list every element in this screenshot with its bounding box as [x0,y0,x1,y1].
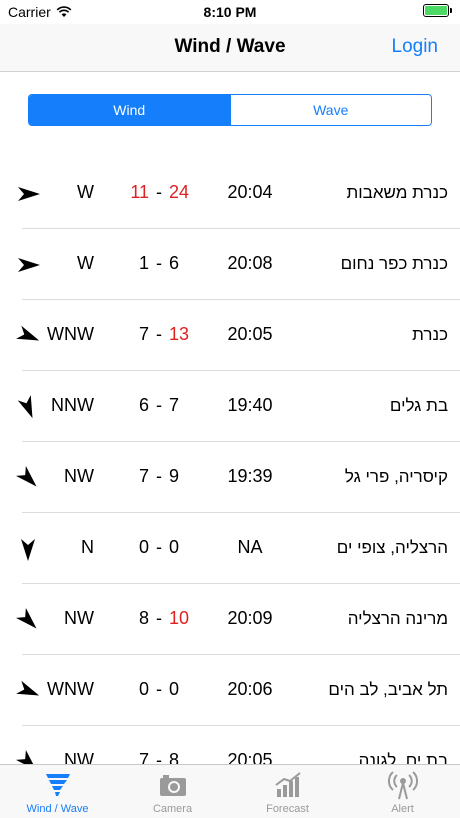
wind-speed-range: 8-10 [120,608,200,629]
station-row[interactable]: W 11-24 20:04 כנרת משאבות [0,158,460,229]
wind-direction: NW [64,750,94,764]
range-separator: - [156,395,162,415]
range-separator: - [156,679,162,699]
station-row[interactable]: NNW 6-7 19:40 בת גלים [0,371,460,442]
wind-speed-high: 13 [169,324,190,344]
station-name: כנרת [412,325,448,344]
wind-speed-low: 0 [138,679,149,699]
station-name: קיסריה, פרי גל [344,467,448,486]
wind-direction: NNW [51,395,94,415]
wind-speed-high: 8 [169,750,180,764]
navigation-bar: Wind / Wave Login [0,24,460,72]
wind-speed-high: 0 [169,679,180,699]
battery-indicator [423,4,452,17]
wind-speed-low: 7 [138,324,149,344]
wind-direction: WNW [47,679,94,699]
tab-forecast-label: Forecast [266,803,309,815]
tab-alert[interactable]: Alert [345,765,460,818]
station-row[interactable]: W 1-6 20:08 כנרת כפר נחום [0,229,460,300]
wind-speed-range: 11-24 [120,182,200,203]
wind-speed-range: 7-8 [120,750,200,764]
range-separator: - [156,253,162,273]
station-name: כנרת כפר נחום [340,254,448,273]
wind-speed-range: 7-13 [120,324,200,345]
wind-speed-high: 6 [169,253,180,273]
wind-speed-range: 6-7 [120,395,200,416]
wind-speed-low: 7 [138,466,149,486]
wind-wave-segmented-control: Wind Wave [28,94,432,126]
status-bar: Carrier 8:10 PM [0,0,460,24]
wind-direction: W [77,253,94,273]
station-name: בת גלים [389,396,448,415]
camera-icon [159,775,186,796]
login-button[interactable]: Login [392,36,439,58]
wind-speed-high: 24 [169,182,190,202]
station-row[interactable]: NW 7-8 20:05 בת ים, לגונה [0,726,460,764]
wind-speed-low: 0 [138,537,149,557]
station-row[interactable]: NW 8-10 20:09 מרינה הרצליה [0,584,460,655]
wind-arrow-icon [18,258,40,272]
station-name: כנרת משאבות [346,183,448,202]
wind-speed-low: 6 [138,395,149,415]
status-time: 8:10 PM [203,4,257,20]
range-separator: - [156,182,162,202]
wind-speed-range: 0-0 [120,679,200,700]
wind-speed-low: 8 [138,608,149,628]
station-name: בת ים, לגונה [358,751,448,764]
segment-wave[interactable]: Wave [229,95,431,125]
range-separator: - [156,608,162,628]
battery-tip [450,8,452,13]
wind-direction: WNW [47,324,94,344]
range-separator: - [156,324,162,344]
wind-direction: NW [64,466,94,486]
tab-wind-wave[interactable]: Wind / Wave [0,765,115,818]
antenna-icon [387,771,418,800]
chart-icon [274,772,301,797]
wind-speed-low: 7 [138,750,149,764]
battery-icon [423,4,449,17]
wind-arrow-icon [21,539,35,561]
wind-speed-low: 11 [130,182,149,202]
station-row[interactable]: N 0-0 NA הרצליה, צופי ים [0,513,460,584]
station-name: תל אביב, לב הים [328,680,448,699]
tab-alert-label: Alert [391,803,414,815]
tab-forecast[interactable]: Forecast [230,765,345,818]
tab-camera-label: Camera [152,803,193,815]
segment-wind[interactable]: Wind [29,95,230,125]
wind-speed-range: 7-9 [120,466,200,487]
wind-speed-range: 0-0 [120,537,200,558]
wind-speed-high: 9 [169,466,180,486]
wind-direction: W [77,182,94,202]
range-separator: - [156,466,162,486]
range-separator: - [156,750,162,764]
wind-speed-low: 1 [138,253,149,273]
wind-speed-high: 10 [169,608,190,628]
wind-speed-high: 0 [169,537,180,557]
wind-speed-range: 1-6 [120,253,200,274]
station-row[interactable]: NW 7-9 19:39 קיסריה, פרי גל [0,442,460,513]
wind-arrow-icon [18,187,40,201]
station-name: מרינה הרצליה [347,609,448,628]
station-row[interactable]: WNW 7-13 20:05 כנרת [0,300,460,371]
tab-bar: Wind / Wave Camera Forecast Alert [0,764,460,818]
wind-direction: N [81,537,94,557]
station-list[interactable]: W 11-24 20:04 כנרת משאבות W 1-6 20:08 כנרת כפר … [0,158,460,764]
tab-wind-wave-label: Wind / Wave [26,803,89,815]
station-name: הרצליה, צופי ים [336,538,448,557]
station-row[interactable]: WNW 0-0 20:06 תל אביב, לב הים [0,655,460,726]
tornado-icon [45,774,70,796]
wind-direction: NW [64,608,94,628]
wind-speed-high: 7 [169,395,180,415]
tab-camera[interactable]: Camera [115,765,230,818]
range-separator: - [156,537,162,557]
